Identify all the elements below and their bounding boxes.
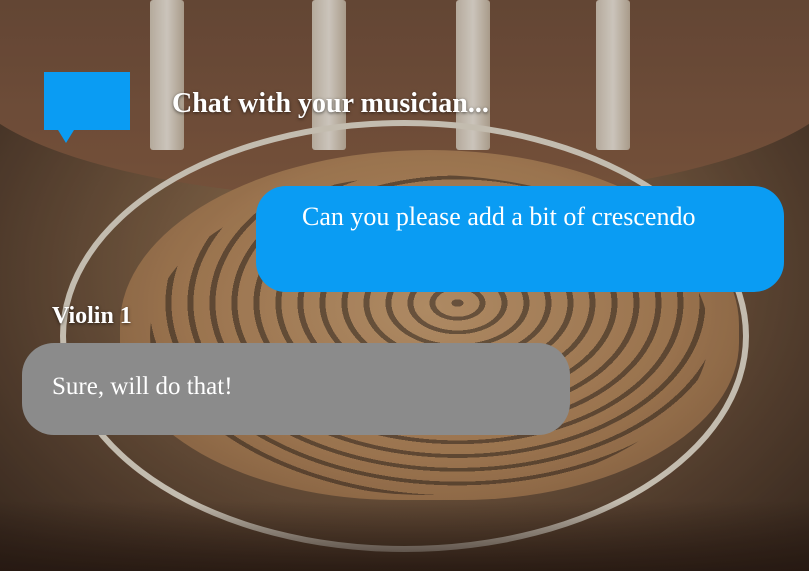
chat-title: Chat with your musician...	[172, 88, 489, 119]
outgoing-message-bubble: Can you please add a bit of crescendo	[256, 186, 784, 292]
chat-bubble-icon	[44, 72, 130, 143]
incoming-message-bubble: Sure, will do that!	[22, 343, 570, 435]
outgoing-message-text: Can you please add a bit of crescendo	[302, 202, 696, 231]
message-sender-name: Violin 1	[52, 303, 132, 329]
incoming-message-text: Sure, will do that!	[52, 373, 233, 400]
